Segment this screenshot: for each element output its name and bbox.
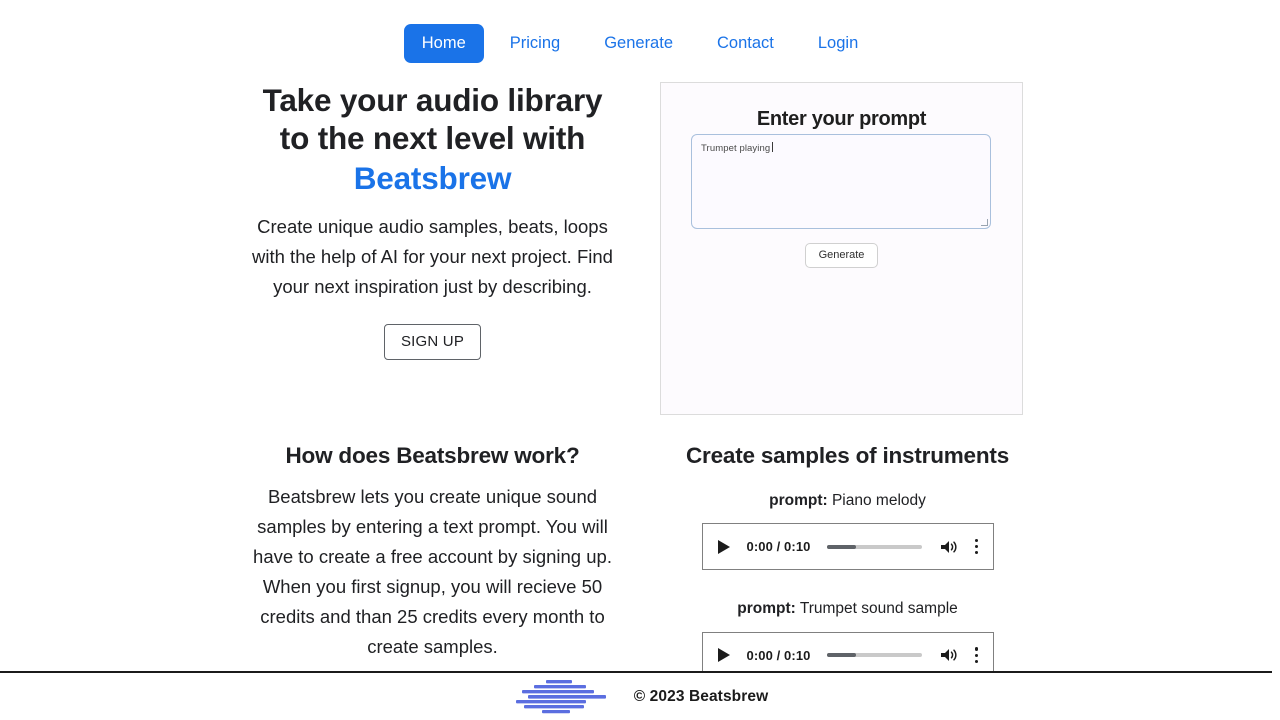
nav-item-login[interactable]: Login [800,24,876,63]
signup-button-wrapper: SIGN UP [245,323,620,360]
prompt-label: prompt: [769,491,828,509]
play-icon[interactable] [717,539,731,555]
more-vertical-icon[interactable] [974,538,979,555]
browser-viewport: Home Pricing Generate Contact Login Take… [0,0,1280,720]
volume-high-icon[interactable] [940,647,958,663]
sign-up-button[interactable]: SIGN UP [383,323,482,360]
how-it-works-heading: How does Beatsbrew work? [285,442,580,468]
hero-section: Take your audio library to the next leve… [0,81,1280,415]
copyright-text: © 2023 Beatsbrew [633,687,769,705]
mock-generate-button[interactable]: Generate [804,242,879,268]
sample-block: prompt: Piano melody 0:00 / 0:10 [660,492,1035,571]
page-content: Home Pricing Generate Contact Login Take… [0,0,1280,671]
mock-generate-wrapper: Generate [661,242,1022,268]
prompt-value: Piano melody [831,491,926,509]
samples-heading: Create samples of instruments [685,442,1010,468]
audio-progress-slider[interactable] [827,544,922,549]
sample-block: prompt: Trumpet sound sample 0:00 / 0:10 [660,600,1035,671]
waveform-logo-icon [515,679,606,713]
brand-name: Beatsbrew [353,160,512,197]
audio-progress-fill [827,653,856,658]
nav-item-contact[interactable]: Contact [699,24,792,63]
how-it-works-body: Beatsbrew lets you create unique sound s… [253,485,612,658]
hero-title-line-2: the next level with [317,119,586,156]
mock-prompt-heading: Enter your prompt [756,107,927,130]
samples-column: Create samples of instruments prompt: Pi… [640,442,1280,671]
audio-time-display: 0:00 / 0:10 [746,539,811,555]
site-footer: © 2023 Beatsbrew [0,673,1280,720]
more-vertical-icon[interactable] [974,647,979,663]
hero-screenshot-panel: Enter your prompt Trumpet playing Genera… [660,81,1023,415]
audio-player[interactable]: 0:00 / 0:10 [701,523,994,571]
mock-prompt-textarea[interactable]: Trumpet playing [691,133,991,229]
menu-dot [974,545,979,549]
menu-dot [974,659,979,663]
audio-progress-slider[interactable] [827,653,922,658]
menu-dot [974,647,979,651]
volume-high-icon[interactable] [940,539,958,555]
sample-prompt-line: prompt: Piano melody [660,492,1035,511]
mock-prompt-text: Trumpet playing [701,141,774,154]
nav-item-pricing[interactable]: Pricing [492,24,578,63]
hero-subtitle: Create unique audio samples, beats, loop… [252,215,613,297]
audio-player[interactable]: 0:00 / 0:10 [701,631,994,671]
audio-time-display: 0:00 / 0:10 [746,647,811,663]
prompt-label: prompt: [737,600,796,618]
info-section: How does Beatsbrew work? Beatsbrew lets … [0,442,1280,672]
sample-prompt-line: prompt: Trumpet sound sample [660,600,1035,619]
mock-prompt-value: Trumpet playing [701,142,771,154]
main-navigation: Home Pricing Generate Contact Login [0,0,1280,63]
audio-progress-fill [827,544,856,549]
prompt-value: Trumpet sound sample [799,600,958,618]
nav-item-home[interactable]: Home [403,24,484,63]
menu-dot [974,538,979,542]
menu-dot [974,653,979,657]
hero-image-column: Enter your prompt Trumpet playing Genera… [640,81,1280,415]
page-title: Take your audio library to the next leve… [245,81,620,198]
how-it-works-column: How does Beatsbrew work? Beatsbrew lets … [0,443,640,672]
play-icon[interactable] [717,647,731,663]
resize-handle-icon[interactable] [981,218,988,226]
nav-item-generate[interactable]: Generate [586,24,691,63]
text-cursor-icon [772,141,774,152]
hero-text-column: Take your audio library to the next leve… [0,81,640,415]
menu-dot [974,551,979,555]
